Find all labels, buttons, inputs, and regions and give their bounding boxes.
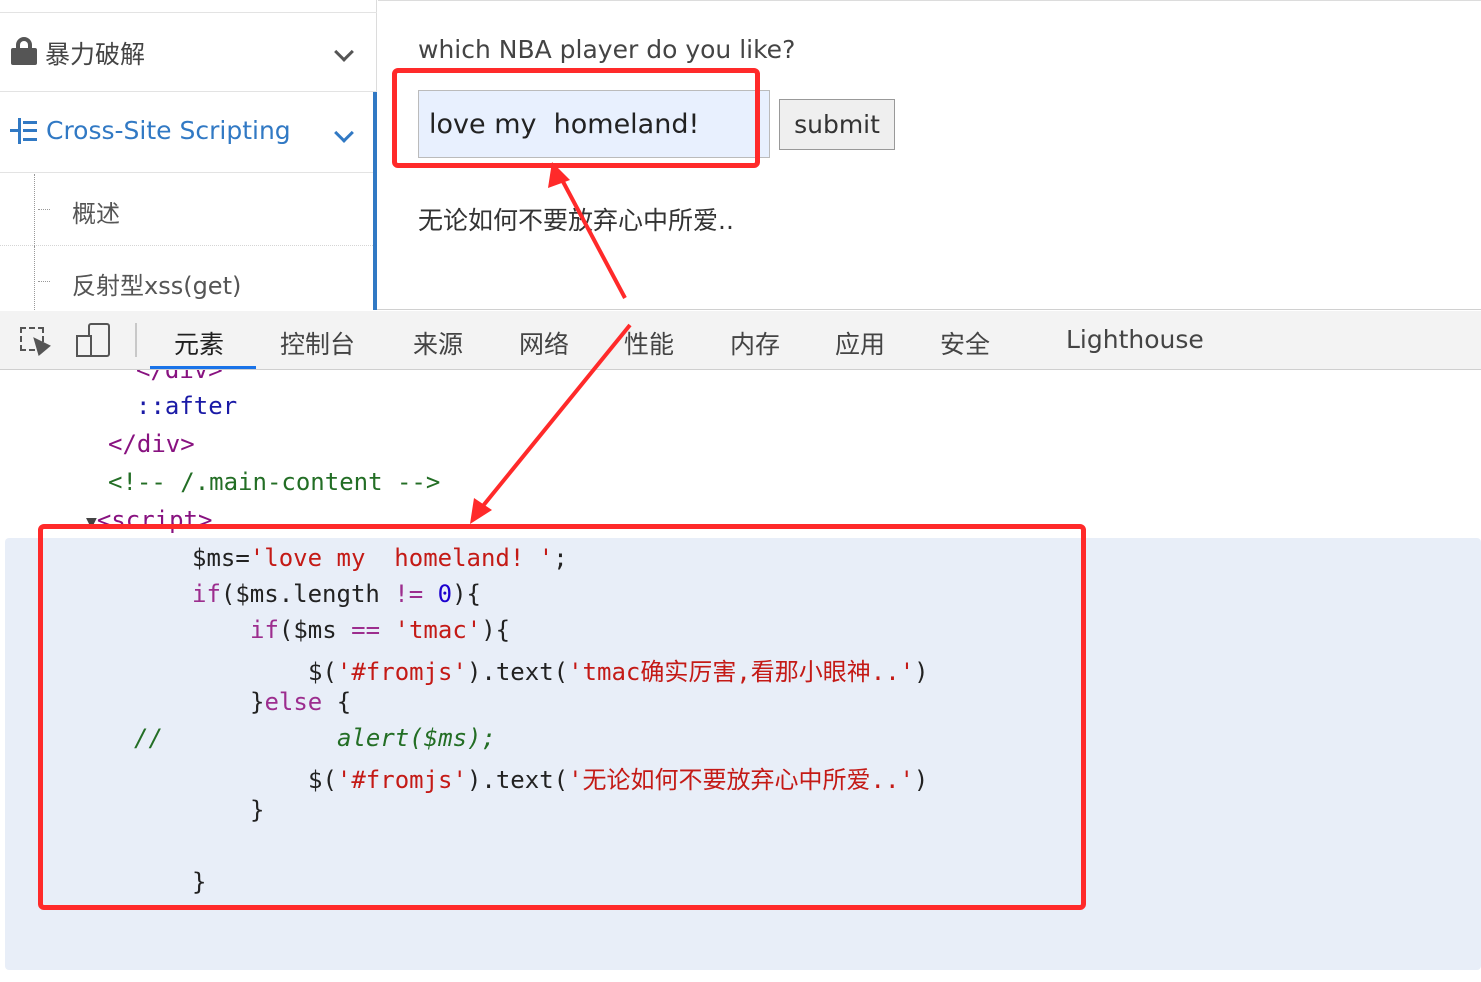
tab-application[interactable]: 应用: [835, 325, 885, 361]
tab-console[interactable]: 控制台: [280, 325, 355, 361]
tree-tick: [38, 281, 50, 282]
tab-network[interactable]: 网络: [519, 325, 569, 361]
devtools-tab-bar: 元素 控制台 来源 网络 性能 内存 应用 安全 Lighthouse: [0, 311, 1481, 370]
main-content: which NBA player do you like? submit 无论如…: [378, 0, 1481, 310]
tab-lighthouse[interactable]: Lighthouse: [1066, 325, 1204, 354]
sidebar: 暴力破解 Cross-Site Scripting 概述 反射型xss(get): [0, 0, 377, 318]
code-line: $ms='love my homeland! ';: [192, 544, 568, 572]
chevron-down-icon: [334, 123, 354, 143]
dom-node-after-pseudo[interactable]: ::after: [136, 392, 237, 420]
code-line: }else {: [250, 688, 352, 716]
code-line: $('#fromjs').text('无论如何不要放弃心中所爱..'): [308, 766, 929, 794]
dom-node-close-div[interactable]: </div>: [108, 430, 195, 458]
script-tag: <script>: [96, 506, 213, 534]
code-line: //: [134, 724, 163, 752]
code-line: if($ms.length != 0){: [192, 580, 482, 608]
active-indicator: [373, 92, 377, 310]
tab-elements[interactable]: 元素: [174, 325, 224, 361]
active-tab-underline: [150, 366, 256, 369]
sidebar-subitem-overview[interactable]: 概述: [0, 174, 377, 246]
question-label: which NBA player do you like?: [418, 35, 796, 64]
message-input[interactable]: [418, 90, 770, 158]
sidebar-item-brute-force[interactable]: 暴力破解: [0, 12, 377, 92]
tree-line: [34, 174, 35, 246]
tab-security[interactable]: 安全: [940, 325, 990, 361]
code-line: $('#fromjs').text('tmac确实厉害,看那小眼神..'): [308, 658, 929, 686]
sidebar-item-label: Cross-Site Scripting: [46, 116, 291, 145]
elements-dom-tree: </div> ::after </div> <!-- /.main-conten…: [0, 370, 1481, 982]
sidebar-subitem-label: 概述: [72, 200, 120, 228]
sidebar-item-label: 暴力破解: [45, 40, 146, 69]
inspect-element-icon[interactable]: [18, 323, 52, 357]
web-page: 暴力破解 Cross-Site Scripting 概述 反射型xss(get): [0, 0, 1481, 318]
tree-tick: [38, 209, 50, 210]
code-line: }: [192, 868, 207, 896]
dom-node-close-div[interactable]: </div>: [136, 370, 223, 384]
script-source-block[interactable]: $ms='love my homeland! '; if($ms.length …: [5, 538, 1481, 970]
lock-icon: [11, 37, 37, 65]
tree-indent-icon: [10, 118, 38, 146]
code-line: }: [250, 796, 265, 824]
code-line: alert($ms);: [337, 724, 496, 752]
tree-line: [34, 246, 35, 318]
dom-node-comment[interactable]: <!-- /.main-content -->: [108, 468, 440, 496]
chevron-down-icon: [334, 42, 354, 62]
tab-sources[interactable]: 来源: [413, 325, 463, 361]
code-line: if($ms == 'tmac'){: [250, 616, 511, 644]
sidebar-subitem-reflected-xss-get[interactable]: 反射型xss(get): [0, 246, 377, 318]
submit-button[interactable]: submit: [779, 99, 895, 150]
sidebar-item-xss[interactable]: Cross-Site Scripting: [0, 92, 377, 173]
dom-node-script[interactable]: ▼<script>: [86, 506, 212, 534]
toolbar-divider: [135, 323, 137, 357]
tab-performance[interactable]: 性能: [624, 325, 674, 361]
device-toolbar-icon[interactable]: [76, 323, 110, 357]
sidebar-subitem-label: 反射型xss(get): [72, 272, 242, 300]
expand-triangle-icon[interactable]: ▼: [86, 512, 97, 533]
fromjs-result-text: 无论如何不要放弃心中所爱..: [418, 206, 734, 235]
tab-memory[interactable]: 内存: [730, 325, 780, 361]
